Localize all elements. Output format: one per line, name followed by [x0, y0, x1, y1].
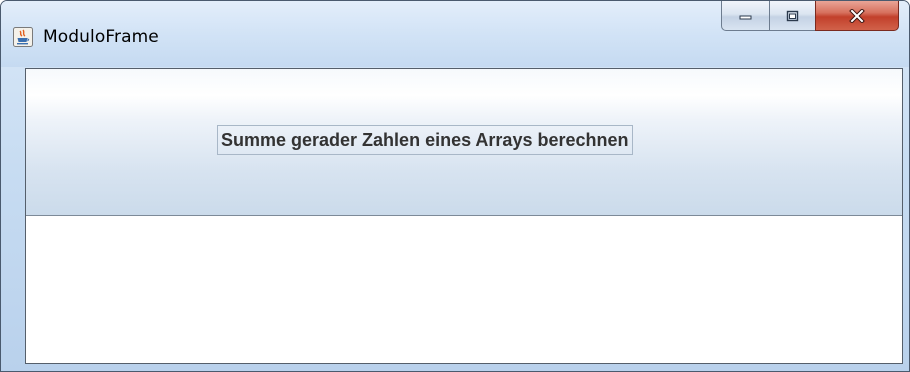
minimize-button[interactable]	[721, 1, 769, 31]
header-panel: Summe gerader Zahlen eines Arrays berech…	[26, 69, 902, 216]
content-pane: Summe gerader Zahlen eines Arrays berech…	[25, 68, 903, 364]
caption-buttons	[721, 1, 899, 37]
close-icon	[849, 8, 865, 23]
body-panel	[26, 216, 902, 363]
window-title: ModuloFrame	[43, 27, 159, 47]
maximize-icon	[786, 10, 798, 21]
java-icon[interactable]	[13, 27, 33, 47]
maximize-button[interactable]	[769, 1, 815, 31]
app-window: ModuloFrame Summe gerader Zahlen eines A…	[0, 0, 910, 372]
close-button[interactable]	[815, 1, 899, 31]
title-bar[interactable]: ModuloFrame	[1, 1, 909, 67]
minimize-icon	[739, 15, 751, 19]
heading-label: Summe gerader Zahlen eines Arrays berech…	[217, 125, 633, 155]
